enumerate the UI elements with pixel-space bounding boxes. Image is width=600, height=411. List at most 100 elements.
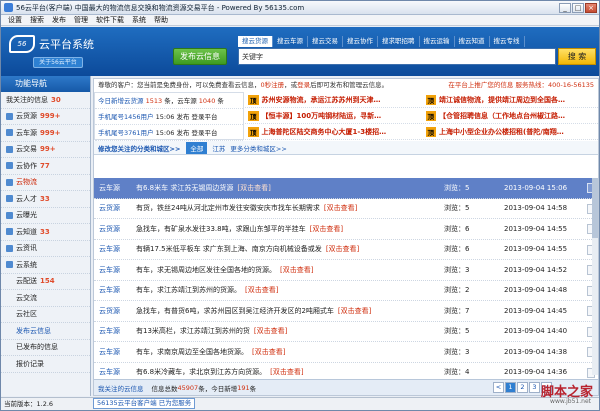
register-link[interactable]: 0秒注册 (261, 81, 285, 89)
sidebar-item[interactable]: 云交流 (1, 290, 90, 307)
table-row[interactable]: 云车源 有13米高栏，求江苏靖江到苏州的货 [双击查看] 浏览：5 2013-09-04… (94, 322, 598, 342)
ad-link[interactable]: 顶靖江诚信物流，提供靖江周边到全国各… (423, 92, 599, 107)
ad-link[interactable]: 顶苏州安源物流，承运江苏苏州到天津… (245, 92, 423, 107)
view-link[interactable]: [双击查看] (237, 184, 270, 192)
about-button[interactable]: 关于56云平台 (33, 57, 83, 68)
sidebar-item[interactable]: 报价记录 (1, 356, 90, 373)
list-scrollbar[interactable] (592, 178, 598, 375)
sidebar-item-icon (6, 178, 13, 186)
user-action: 发布 (176, 113, 190, 121)
sidebar-item[interactable]: 我关注的信息 30 (1, 92, 90, 109)
row-view-count: 浏览：2 (444, 286, 470, 295)
ad-link[interactable]: 顶【仓管招聘信息（工作地点台州椒江路… (423, 108, 599, 123)
view-link[interactable]: [双击查看] (338, 307, 371, 315)
view-link[interactable]: [双击查看] (310, 225, 343, 233)
tab-search-vehicle[interactable]: 搜云车源 (273, 36, 308, 47)
more-region-link[interactable]: 更多分类和城区>> (230, 143, 286, 153)
sidebar-item[interactable]: 云资讯 (1, 241, 90, 257)
pager-page-3[interactable]: 3 (529, 382, 540, 393)
row-type: 云车源 (99, 265, 120, 274)
sidebar-item[interactable]: 云配送 154 (1, 274, 90, 290)
view-link[interactable]: [双击查看] (324, 204, 357, 212)
region-filter-bar: 修改您关注的分类和城区>> 全部 江苏 更多分类和城区>> (94, 141, 598, 155)
ad-row: 顶【恒丰源】100万吨钢材陆运，寻新… 顶【仓管招聘信息（工作地点台州椒江路… (245, 108, 599, 124)
sidebar-item[interactable]: 云曝光 (1, 208, 90, 224)
table-row[interactable]: 云车源 有6.8米车 求江苏无锡周边货源 [双击查看] 浏览：5 2013-09-04 … (94, 178, 598, 199)
login-link[interactable]: 登录 (297, 81, 310, 89)
menu-system[interactable]: 系统 (128, 15, 150, 25)
tab-search-collab[interactable]: 搜云协作 (343, 36, 378, 47)
sidebar-item[interactable]: 云物流 (1, 175, 90, 191)
sidebar-item-label: 云人才 (16, 194, 37, 203)
table-row[interactable]: 云货源 有货，铁丝24吨从河北定州市发往安徽安庆市找车长期需求 [双击查看] 浏览：5… (94, 199, 598, 219)
search-input[interactable] (273, 51, 549, 63)
view-link[interactable]: [双击查看] (270, 368, 303, 376)
menu-download[interactable]: 软件下载 (92, 15, 128, 25)
menu-help[interactable]: 帮助 (150, 15, 172, 25)
row-content-text: 急找车，有普货6吨，求苏州园区到吴江经济开发区的2吨厢式车 (136, 306, 334, 315)
maximize-button[interactable]: □ (572, 3, 584, 13)
table-row[interactable]: 云车源 有车，求无锡周边地区发往全国各地的货源。 [双击查看] 浏览：3 2013-09… (94, 260, 598, 281)
table-row[interactable]: 云货源 急找车，有普货6吨，求苏州园区到吴江经济开发区的2吨厢式车 [双击查看] 浏览… (94, 301, 598, 322)
region-chip-all[interactable]: 全部 (186, 141, 208, 154)
row-content: 有6.8米车 求江苏无锡周边货源 [双击查看] (136, 183, 442, 193)
logo: 56 云平台系统 (9, 35, 94, 53)
tab-search-transport[interactable]: 搜云运输 (420, 36, 455, 47)
welcome-tail: 后即可发布和管理云信息。 (310, 81, 389, 89)
row-content-text: 有辆17.5米低平板车 求广东到上海、南京方向机械设备或发 (136, 245, 322, 254)
sidebar-item[interactable]: 发布云信息 (1, 323, 90, 340)
sidebar-item[interactable]: 云知道 33 (1, 224, 90, 241)
ad-link[interactable]: 顶上海中小型企业办公楼招租(普陀/南翔… (423, 124, 599, 139)
sidebar-item[interactable]: 云交易 99+ (1, 142, 90, 158)
pager-page-1[interactable]: 1 (505, 382, 516, 393)
view-link[interactable]: [双击查看] (252, 348, 285, 356)
publish-button[interactable]: 发布云信息 (173, 48, 227, 65)
sidebar-item[interactable]: 已发布的信息 (1, 340, 90, 356)
menu-search[interactable]: 搜索 (26, 15, 48, 25)
menu-manage[interactable]: 管理 (70, 15, 92, 25)
pager-page-2[interactable]: 2 (517, 382, 528, 393)
table-row[interactable]: 云车源 有车，求江苏靖江到苏州的货源。 [双击查看] 浏览：2 2013-09-04 1… (94, 281, 598, 301)
stat-cargo-count: 1513 (145, 97, 163, 105)
close-button[interactable]: × (585, 3, 597, 13)
scroll-thumb[interactable] (592, 178, 598, 238)
table-row[interactable]: 云货源 急找车，有矿泉水发往33.8吨，求跟山东邹平的半挂车 [双击查看] 浏览：6 2… (94, 219, 598, 240)
table-row[interactable]: 云车源 有辆17.5米低平板车 求广东到上海、南京方向机械设备或发 [双击查看] 浏览… (94, 240, 598, 260)
menu-settings[interactable]: 设置 (4, 15, 26, 25)
view-link[interactable]: [双击查看] (280, 266, 313, 274)
row-date: 2013-09-04 14:36 (504, 368, 568, 377)
stats-panel: 今日新增云货源 1513 条，云车源 1040 条 手机尾号1456用户 15:… (94, 92, 244, 141)
tab-search-lines[interactable]: 搜云专线 (490, 36, 525, 47)
sidebar-item[interactable]: 云系统 (1, 257, 90, 274)
menu-publish[interactable]: 发布 (48, 15, 70, 25)
row-content: 有车，求南京周边至全国各地货源。 [双击查看] (136, 347, 442, 357)
hotline-text[interactable]: 在平台上推广您的信息 服务热线：400-16-56135 (448, 79, 594, 91)
tab-search-trade[interactable]: 搜云交易 (308, 36, 343, 47)
sidebar-item[interactable]: 云货源 999+ (1, 109, 90, 125)
stat-label: 今日新增云货源 (98, 97, 144, 105)
sidebar-item[interactable]: 云协作 77 (1, 158, 90, 175)
tab-search-know[interactable]: 搜云知道 (455, 36, 490, 47)
pager-prev[interactable]: < (493, 382, 504, 393)
footer-today: 191 (237, 383, 250, 392)
ad-link[interactable]: 顶【恒丰源】100万吨钢材陆运，寻新… (245, 108, 423, 123)
ad-text: 【恒丰源】100万吨钢材陆运，寻新… (261, 111, 382, 120)
row-view-count: 浏览：5 (444, 204, 470, 213)
row-date: 2013-09-04 14:58 (504, 204, 568, 213)
view-link[interactable]: [双击查看] (254, 327, 287, 335)
sidebar-item[interactable]: 云车源 999+ (1, 125, 90, 142)
view-link[interactable]: [双击查看] (245, 286, 278, 294)
ad-link[interactable]: 顶上海普陀区陆交商务中心大厦1-3楼招… (245, 124, 423, 139)
sidebar-item[interactable]: 云社区 (1, 307, 90, 323)
sidebar-item[interactable]: 云人才 33 (1, 191, 90, 208)
minimize-button[interactable]: _ (559, 3, 571, 13)
region-chip-city[interactable]: 江苏 (212, 143, 225, 153)
stat-row-new: 今日新增云货源 1513 条，云车源 1040 条 (95, 93, 243, 109)
row-date: 2013-09-04 14:40 (504, 327, 568, 336)
tab-search-jobs[interactable]: 搜求职招聘 (378, 36, 420, 47)
tab-search-cargo[interactable]: 搜云货源 (238, 36, 273, 47)
table-row[interactable]: 云车源 有车，求南京周边至全国各地货源。 [双击查看] 浏览：3 2013-09-04 … (94, 342, 598, 363)
edit-region-link[interactable]: 修改您关注的分类和城区>> (98, 143, 180, 153)
search-button[interactable]: 搜 索 (558, 48, 596, 65)
view-link[interactable]: [双击查看] (326, 245, 359, 253)
